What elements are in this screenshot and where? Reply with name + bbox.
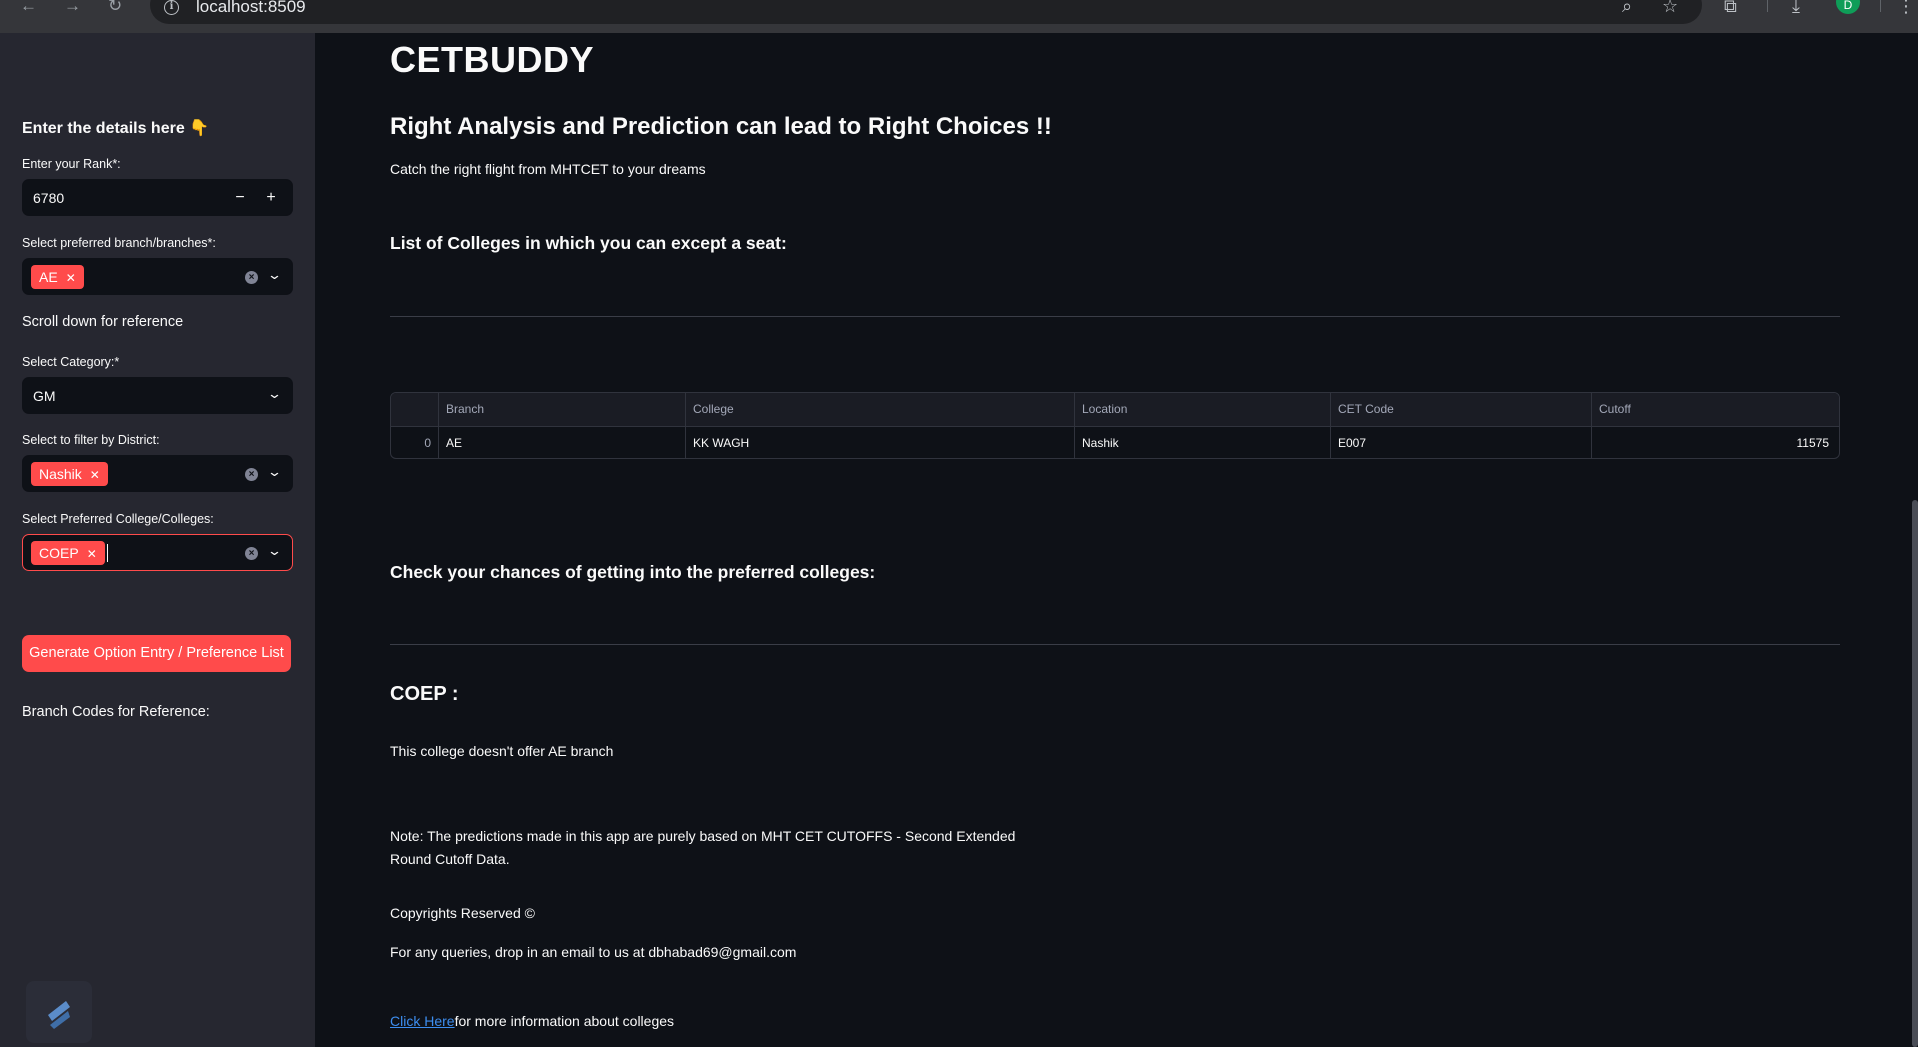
scroll-note: Scroll down for reference bbox=[22, 314, 184, 330]
site-info-icon[interactable]: i bbox=[164, 0, 179, 15]
college-tag-label: COEP bbox=[39, 545, 79, 561]
chevron-down-icon[interactable]: ⌄ bbox=[267, 386, 282, 402]
generate-preference-list-button[interactable]: Generate Option Entry / Preference List bbox=[22, 635, 291, 672]
column-header[interactable]: College bbox=[686, 393, 1075, 426]
note-line-1: Note: The predictions made in this app a… bbox=[390, 828, 1016, 844]
column-header[interactable]: Cutoff bbox=[1592, 393, 1839, 426]
column-header[interactable]: CET Code bbox=[1331, 393, 1592, 426]
chevron-down-icon[interactable]: ⌄ bbox=[267, 464, 282, 480]
branch-tag[interactable]: AE ✕ bbox=[31, 265, 84, 289]
copyright-text: Copyrights Reserved © bbox=[390, 905, 535, 921]
address-url: localhost:8509 bbox=[196, 0, 306, 16]
district-tag-label: Nashik bbox=[39, 466, 82, 482]
district-multiselect[interactable]: Nashik ✕ × ⌄ bbox=[22, 455, 293, 492]
column-header[interactable]: Location bbox=[1075, 393, 1331, 426]
district-tag[interactable]: Nashik ✕ bbox=[31, 462, 108, 486]
column-header[interactable]: Branch bbox=[439, 393, 686, 426]
contact-text: For any queries, drop in an email to us … bbox=[390, 944, 797, 960]
remove-tag-icon[interactable]: ✕ bbox=[87, 547, 97, 561]
table-cell: KK WAGH bbox=[686, 427, 1075, 458]
page-subtitle: Right Analysis and Prediction can lead t… bbox=[390, 113, 1052, 140]
back-icon[interactable]: ← bbox=[20, 0, 37, 14]
text-cursor bbox=[107, 544, 108, 562]
clear-selection-icon[interactable]: × bbox=[245, 271, 258, 284]
table-cell: E007 bbox=[1331, 427, 1592, 458]
table-cell: AE bbox=[439, 427, 686, 458]
branch-codes-heading: Branch Codes for Reference: bbox=[22, 704, 210, 720]
sidebar: Enter the details here 👇 Enter your Rank… bbox=[0, 33, 315, 1047]
clear-selection-icon[interactable]: × bbox=[245, 547, 258, 560]
increment-button[interactable]: + bbox=[256, 180, 286, 215]
download-icon[interactable]: ⤓ bbox=[1792, 0, 1800, 15]
column-header[interactable] bbox=[391, 393, 439, 426]
college-multiselect[interactable]: COEP ✕ × ⌄ bbox=[22, 534, 293, 571]
college-table[interactable]: Branch College Location CET Code Cutoff … bbox=[390, 392, 1840, 459]
profile-avatar[interactable]: D bbox=[1836, 0, 1860, 14]
note-line-2: Round Cutoff Data. bbox=[390, 851, 510, 867]
rank-value: 6780 bbox=[33, 190, 65, 206]
category-label: Select Category:* bbox=[22, 355, 120, 369]
sidebar-title: Enter the details here 👇 bbox=[22, 120, 210, 137]
branch-label: Select preferred branch/branches*: bbox=[22, 236, 216, 250]
streamlit-logo-icon bbox=[48, 1001, 70, 1029]
college-tag[interactable]: COEP ✕ bbox=[31, 541, 105, 565]
page-scrollbar[interactable] bbox=[1912, 500, 1918, 1047]
zoom-icon[interactable]: ⌕ bbox=[1622, 0, 1632, 15]
main-content: CETBUDDY Right Analysis and Prediction c… bbox=[315, 33, 1918, 1047]
click-here-link[interactable]: Click Here bbox=[390, 1013, 455, 1029]
tagline: Catch the right flight from MHTCET to yo… bbox=[390, 161, 706, 177]
row-index-cell: 0 bbox=[391, 427, 439, 458]
toolbar-divider bbox=[1880, 0, 1881, 12]
address-bar[interactable]: i localhost:8509 ⌕ ☆ bbox=[150, 0, 1702, 24]
remove-tag-icon[interactable]: ✕ bbox=[90, 468, 100, 482]
more-info-line: Click Herefor more information about col… bbox=[390, 1009, 674, 1033]
table-cell: Nashik bbox=[1075, 427, 1331, 458]
bookmark-star-icon[interactable]: ☆ bbox=[1662, 0, 1678, 15]
reload-icon[interactable]: ↻ bbox=[108, 0, 122, 14]
college-list-heading: List of Colleges in which you can except… bbox=[390, 233, 787, 253]
decrement-button[interactable]: − bbox=[225, 180, 255, 215]
toolbar-divider bbox=[1767, 0, 1768, 12]
more-info-text: for more information about colleges bbox=[454, 1013, 675, 1029]
chevron-down-icon[interactable]: ⌄ bbox=[267, 543, 282, 559]
remove-tag-icon[interactable]: ✕ bbox=[66, 271, 76, 285]
table-header-row: Branch College Location CET Code Cutoff bbox=[391, 393, 1839, 426]
college-result-heading: COEP : bbox=[390, 683, 459, 705]
college-result-message: This college doesn't offer AE branch bbox=[390, 743, 614, 759]
chevron-down-icon[interactable]: ⌄ bbox=[267, 267, 282, 283]
extensions-icon[interactable]: ⧉ bbox=[1724, 0, 1737, 15]
browser-toolbar: ← → ↻ i localhost:8509 ⌕ ☆ ⧉ ⤓ D ⋮ bbox=[0, 0, 1918, 33]
streamlit-logo-badge[interactable] bbox=[26, 981, 92, 1043]
district-label: Select to filter by District: bbox=[22, 433, 160, 447]
divider bbox=[390, 316, 1840, 317]
rank-number-input[interactable]: 6780 − + bbox=[22, 179, 293, 216]
college-label: Select Preferred College/Colleges: bbox=[22, 512, 214, 526]
browser-menu-icon[interactable]: ⋮ bbox=[1897, 0, 1915, 15]
rank-label: Enter your Rank*: bbox=[22, 157, 121, 171]
category-select[interactable]: GM ⌄ bbox=[22, 377, 293, 414]
branch-multiselect[interactable]: AE ✕ × ⌄ bbox=[22, 258, 293, 295]
table-row[interactable]: 0 AE KK WAGH Nashik E007 11575 bbox=[391, 426, 1839, 458]
forward-icon[interactable]: → bbox=[64, 0, 81, 14]
table-cell: 11575 bbox=[1796, 436, 1829, 450]
app-title: CETBUDDY bbox=[390, 39, 595, 80]
chances-heading: Check your chances of getting into the p… bbox=[390, 562, 876, 582]
divider bbox=[390, 644, 1840, 645]
branch-tag-label: AE bbox=[39, 269, 58, 285]
category-value: GM bbox=[33, 388, 56, 404]
clear-selection-icon[interactable]: × bbox=[245, 468, 258, 481]
